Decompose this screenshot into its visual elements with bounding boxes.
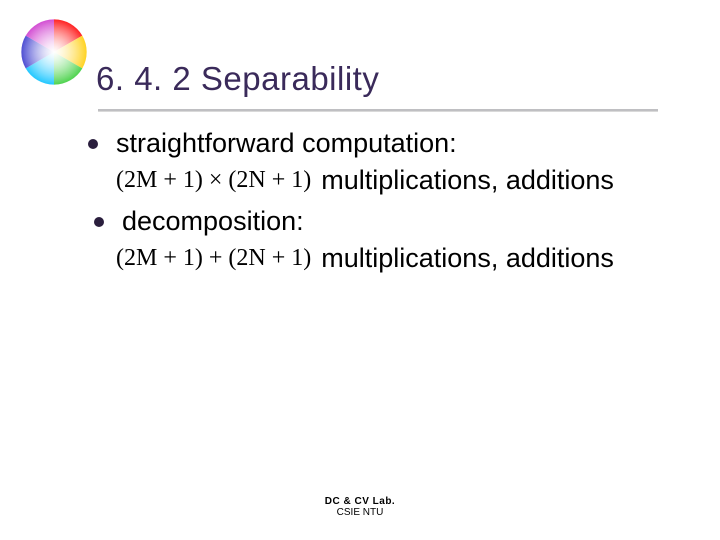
formula-after-text: multiplications, additions [321,243,614,274]
formula-row-1: (2M + 1) × (2N + 1) multiplications, add… [116,165,704,196]
slide-title: 6. 4. 2 Separability [0,28,720,98]
title-underline [98,108,658,111]
slide-content: straightforward computation: (2M + 1) × … [0,98,720,274]
bullet-item-2: decomposition: [94,206,704,237]
footer-department: CSIE NTU [0,507,720,518]
slide-footer: DC & CV Lab. CSIE NTU [0,496,720,518]
formula-after-text: multiplications, additions [321,165,614,196]
bullet-icon [88,139,98,149]
formula-expression: (2M + 1) × (2N + 1) [116,167,311,194]
footer-lab-name: DC & CV Lab. [0,496,720,507]
formula-expression: (2M + 1) + (2N + 1) [116,245,311,272]
bullet-text: decomposition: [122,206,304,237]
bullet-icon [94,217,104,227]
bullet-item-1: straightforward computation: [88,128,704,159]
formula-row-2: (2M + 1) + (2N + 1) multiplications, add… [116,243,704,274]
slide: 6. 4. 2 Separability straightforward com… [0,0,720,540]
color-wheel-icon [20,18,88,86]
bullet-text: straightforward computation: [116,128,457,159]
slide-header: 6. 4. 2 Separability [0,0,720,98]
